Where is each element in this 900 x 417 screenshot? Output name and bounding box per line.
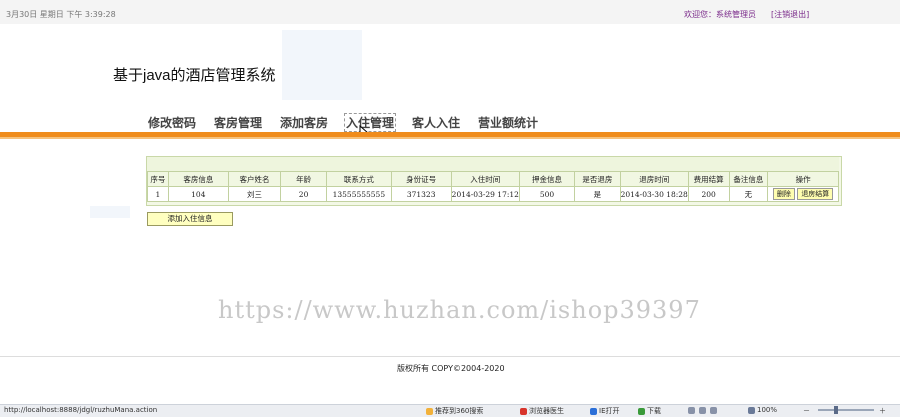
cell-fee: 200 — [687, 186, 730, 202]
table-header-row: 序号 客房信息 客户姓名 年龄 联系方式 身份证号 入住时间 押金信息 是否退房… — [147, 171, 839, 187]
col-header: 身份证号 — [390, 171, 452, 187]
col-header: 序号 — [147, 171, 169, 187]
recommend-label: 推荐到360搜索 — [435, 407, 484, 415]
ie-label: IE打开 — [599, 407, 620, 415]
ie-icon — [590, 407, 597, 415]
col-header: 联系方式 — [326, 171, 392, 187]
col-header: 费用结算 — [687, 171, 730, 187]
zoom-control[interactable]: 100% — [748, 406, 777, 414]
checkout-settle-button[interactable]: 退房结算 — [797, 188, 834, 200]
zoom-level: 100% — [757, 406, 778, 414]
col-header: 备注信息 — [728, 171, 769, 187]
page-title: 基于java的酒店管理系统 — [113, 67, 276, 84]
table-top-strip — [147, 157, 839, 171]
zoom-icon — [748, 406, 755, 414]
download-label: 下载 — [647, 407, 661, 415]
top-status-strip — [0, 0, 900, 24]
browser-doctor-item[interactable]: 浏览器医生 — [520, 406, 564, 416]
nav-guest-checkin[interactable]: 客人入住 — [412, 114, 460, 131]
download-icon — [638, 407, 645, 415]
watermark-text: https://www.huzhan.com/ishop39397 — [218, 296, 701, 324]
nav-add-room[interactable]: 添加客房 — [280, 114, 328, 131]
doctor-icon — [520, 407, 527, 415]
cell-phone: 13555555555 — [326, 186, 392, 202]
doctor-label: 浏览器医生 — [529, 407, 564, 415]
thumbs-up-icon — [426, 407, 433, 415]
cell-checkout-time: 2014-03-30 18:28 — [619, 186, 689, 202]
status-tools[interactable] — [688, 406, 719, 414]
zoom-slider-handle[interactable] — [834, 406, 838, 414]
col-header: 客房信息 — [167, 171, 229, 187]
cell-age: 20 — [280, 186, 328, 202]
col-header: 押金信息 — [518, 171, 576, 187]
checkin-table: 序号 客房信息 客户姓名 年龄 联系方式 身份证号 入住时间 押金信息 是否退房… — [147, 171, 839, 202]
col-header: 操作 — [767, 171, 839, 187]
zoom-in-icon[interactable]: ＋ — [879, 406, 886, 416]
col-header: 入住时间 — [450, 171, 520, 187]
col-header: 退房时间 — [619, 171, 689, 187]
cell-checkin-time: 2014-03-29 17:12 — [450, 186, 520, 202]
nav-change-password[interactable]: 修改密码 — [148, 114, 196, 131]
recommend-360-item[interactable]: 推荐到360搜索 — [426, 406, 483, 416]
cell-room: 104 — [167, 186, 229, 202]
footer-divider — [0, 356, 900, 357]
zoom-out-icon[interactable]: － — [803, 406, 810, 416]
welcome-text: 欢迎您：系统管理员 — [684, 10, 756, 19]
cell-checked-out: 是 — [574, 186, 621, 202]
cell-remark: 无 — [728, 186, 769, 202]
col-header: 年龄 — [280, 171, 328, 187]
nav-underline-shadow — [0, 137, 900, 139]
copyright-text: 版权所有 COPY©2004-2020 — [397, 364, 505, 373]
sound-icon[interactable] — [710, 406, 718, 414]
nav-revenue-stats[interactable]: 营业额统计 — [478, 114, 538, 131]
nav-checkin-management[interactable]: 入住管理 — [344, 113, 397, 132]
cell-index: 1 — [147, 186, 169, 202]
zoom-slider[interactable] — [818, 409, 874, 411]
cell-guest-name: 刘三 — [227, 186, 282, 202]
background-artifact — [282, 30, 362, 100]
nav-room-management[interactable]: 客房管理 — [214, 114, 262, 131]
delete-button[interactable]: 删除 — [772, 188, 795, 200]
status-url: http://localhost:8888/jdgl/ruzhuMana.act… — [4, 406, 158, 414]
background-artifact — [90, 206, 130, 218]
clock-text: 3月30日 星期日 下午 3:39:28 — [6, 10, 116, 19]
window-icon[interactable] — [699, 406, 707, 414]
add-checkin-button[interactable]: 添加入住信息 — [147, 212, 233, 226]
cell-deposit: 500 — [518, 186, 576, 202]
tools-icon[interactable] — [688, 406, 695, 414]
ie-open-item[interactable]: IE打开 — [590, 406, 620, 416]
col-header: 是否退房 — [574, 171, 621, 187]
logout-link[interactable]: [注销退出] — [771, 9, 809, 20]
table-row: 1 104 刘三 20 13555555555 371323 2014-03-2… — [147, 186, 839, 202]
col-header: 客户姓名 — [227, 171, 282, 187]
cell-id-number: 371323 — [390, 186, 452, 202]
cell-actions: 删除 退房结算 — [767, 186, 839, 202]
download-item[interactable]: 下载 — [638, 406, 661, 416]
